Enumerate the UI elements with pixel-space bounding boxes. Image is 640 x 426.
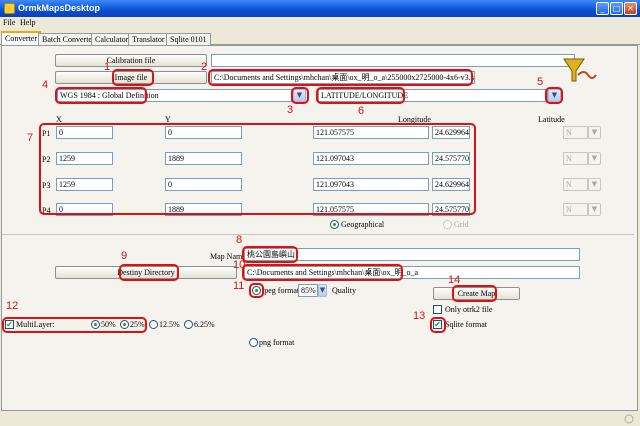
tab-converter[interactable]: Converter: [1, 31, 41, 46]
annotation-number: 13: [413, 310, 426, 322]
scale-option-label: 6.25%: [194, 320, 215, 329]
grid-label: Grid: [454, 220, 469, 229]
menu-file[interactable]: File: [3, 18, 15, 27]
minimize-icon[interactable]: _: [596, 2, 609, 15]
title-bar: OrmkMapsDesktop _ □ ✕: [0, 0, 640, 17]
only-otrk2-label: Only otrk2 file: [445, 305, 493, 314]
scale-option-radio[interactable]: [184, 320, 193, 329]
calibration-file-button[interactable]: Calibration file: [55, 54, 207, 67]
annotation-box: [452, 285, 497, 302]
hemisphere-select: N: [563, 126, 588, 139]
annotation-number: 9: [121, 250, 128, 262]
only-otrk2-checkbox[interactable]: [433, 305, 442, 314]
tab-batch-converter[interactable]: Batch Converter: [38, 33, 99, 45]
annotation-box: [208, 69, 473, 86]
resize-grip-icon[interactable]: [624, 414, 634, 424]
annotation-number: 2: [201, 61, 208, 73]
tab-strip: Converter Batch Converter Calculator Tra…: [0, 31, 640, 46]
annotation-box: [2, 317, 147, 333]
calibration-file-field[interactable]: [211, 54, 575, 67]
grid-radio: [443, 220, 452, 229]
hemisphere-dropdown-arrow-icon: ▼: [588, 152, 601, 165]
annotation-number: 11: [233, 280, 245, 292]
tab-sqlite[interactable]: Sqlite 0101: [166, 33, 211, 45]
hemisphere-select: N: [563, 152, 588, 165]
annotation-box: [55, 87, 147, 104]
hemisphere-dropdown-arrow-icon: ▼: [588, 178, 601, 191]
jpeg-format-label: jpeg format: [262, 286, 300, 295]
annotation-box: [430, 317, 446, 333]
tab-calculator[interactable]: Calculator: [91, 33, 133, 45]
menu-bar: File Help: [0, 17, 640, 30]
section-divider: [2, 234, 634, 235]
annotation-number: 6: [358, 105, 365, 117]
annotation-number: 1: [104, 61, 111, 73]
quality-label: Quality: [332, 286, 356, 295]
annotation-number: 10: [233, 259, 246, 271]
hemisphere-dropdown-arrow-icon: ▼: [588, 126, 601, 139]
annotation-box: [249, 283, 264, 298]
png-format-radio[interactable]: [249, 338, 258, 347]
scale-option-label: 12.5%: [159, 320, 180, 329]
quality-select[interactable]: 85%: [298, 284, 318, 297]
annotation-number: 12: [6, 300, 19, 312]
annotation-box: [242, 246, 298, 263]
header-latitude: Latitude: [538, 115, 565, 124]
annotation-box: [39, 123, 476, 215]
annotation-number: 3: [287, 104, 294, 116]
annotation-number: 4: [42, 79, 49, 91]
hemisphere-select: N: [563, 203, 588, 216]
annotation-box: [545, 87, 563, 104]
close-icon[interactable]: ✕: [624, 2, 637, 15]
annotation-box: [242, 264, 403, 281]
tab-translator[interactable]: Translator: [128, 33, 169, 45]
maximize-icon[interactable]: □: [610, 2, 623, 15]
hemisphere-select: N: [563, 178, 588, 191]
scale-option-radio[interactable]: [149, 320, 158, 329]
annotation-box: [112, 69, 154, 86]
window-title: OrmkMapsDesktop: [18, 3, 101, 13]
quality-dropdown-arrow-icon[interactable]: ▼: [318, 284, 327, 297]
png-format-label: png format: [259, 338, 295, 347]
app-icon: [4, 3, 15, 14]
geographical-label: Geographical: [341, 220, 385, 229]
sqlite-format-label: Sqlite format: [445, 320, 487, 329]
menu-help[interactable]: Help: [20, 18, 36, 27]
hemisphere-dropdown-arrow-icon: ▼: [588, 203, 601, 216]
annotation-number: 7: [27, 132, 34, 144]
status-bar: [0, 412, 640, 426]
annotation-box: [119, 264, 179, 281]
annotation-box: [316, 87, 405, 104]
app-logo-icon: [563, 58, 597, 82]
annotation-number: 5: [537, 76, 544, 88]
annotation-number: 8: [236, 234, 243, 246]
annotation-box: [291, 87, 309, 104]
geographical-radio[interactable]: [330, 220, 339, 229]
annotation-number: 14: [448, 274, 461, 286]
